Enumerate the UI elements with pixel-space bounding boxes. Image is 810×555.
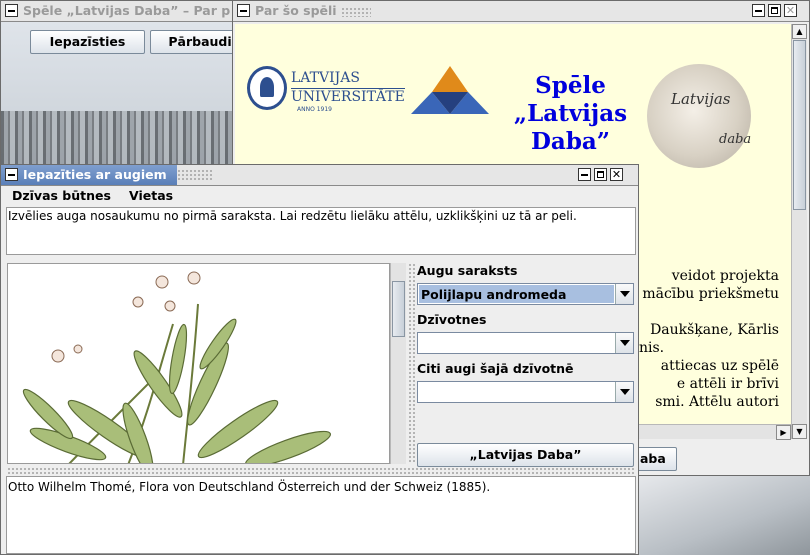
window-menu-icon[interactable] xyxy=(237,4,250,17)
plants-window-titlebar[interactable]: Iepazīties ar augiem ✕ xyxy=(1,165,638,186)
menu-bar: Dzīvas būtnes Vietas xyxy=(1,186,638,206)
badge-text-daba: daba xyxy=(719,132,752,147)
plant-list-selected: Polijlapu andromeda xyxy=(419,285,614,303)
scroll-right-arrow-icon[interactable]: ▶ xyxy=(776,425,791,440)
minimize-button[interactable] xyxy=(752,4,765,17)
scroll-down-arrow-icon[interactable]: ▼ xyxy=(792,424,807,439)
forest-treeline xyxy=(1,111,237,171)
university-seal-icon xyxy=(247,66,287,110)
university-anno: ANNO 1919 xyxy=(297,106,332,113)
game-title-line3: Daba” xyxy=(530,128,611,155)
image-vertical-scrollbar[interactable] xyxy=(390,263,406,464)
latvijas-daba-button[interactable]: „Latvijas Daba” xyxy=(417,443,634,467)
main-window-title: Spēle „Latvijas Daba” – Par p xyxy=(23,3,231,18)
minimize-button[interactable] xyxy=(578,168,591,181)
titlebar-grip xyxy=(177,169,213,181)
habitat-dropdown[interactable] xyxy=(417,332,634,354)
other-plants-label: Citi augi šajā dzīvotnē xyxy=(417,361,574,376)
caption-text: Otto Wilhelm Thomé, Flora von Deutschlan… xyxy=(8,480,491,494)
plant-list-label: Augu saraksts xyxy=(417,263,518,278)
about-close-button[interactable]: aba xyxy=(635,447,677,471)
plant-list-value: Polijlapu andromeda xyxy=(421,287,567,302)
scroll-up-arrow-icon[interactable]: ▲ xyxy=(792,24,807,39)
game-title: Spēle „Latvijas Daba” xyxy=(498,72,643,156)
dropdown-arrow-icon[interactable] xyxy=(615,382,633,402)
menu-places[interactable]: Vietas xyxy=(129,188,173,203)
dropdown-arrow-icon[interactable] xyxy=(615,333,633,353)
check-button[interactable]: Pārbaudi xyxy=(150,30,237,54)
about-window-titlebar[interactable]: Par šo spēli ✕ xyxy=(233,1,809,22)
maximize-button[interactable] xyxy=(594,168,607,181)
main-window-titlebar[interactable]: Spēle „Latvijas Daba” – Par p xyxy=(1,1,237,22)
about-text-line6: e attēli ir brīvi xyxy=(676,376,779,392)
about-text-line2: mācību priekšmetu xyxy=(642,286,779,302)
maximize-button[interactable] xyxy=(768,4,781,17)
about-text-line4: nis. xyxy=(639,340,665,356)
plants-window: Iepazīties ar augiem ✕ Dzīvas būtnes Vie… xyxy=(0,164,639,555)
scrollbar-thumb[interactable] xyxy=(793,40,806,210)
university-name-line2: UNIVERSITĀTE xyxy=(291,88,405,105)
other-plants-dropdown[interactable] xyxy=(417,381,634,403)
seal-tree-icon xyxy=(260,77,274,97)
badge-text-latvijas: Latvijas xyxy=(671,90,731,108)
game-title-line2: „Latvijas xyxy=(513,100,628,127)
game-title-line1: Spēle xyxy=(535,72,606,99)
window-menu-icon[interactable] xyxy=(5,4,18,17)
window-menu-icon[interactable] xyxy=(5,168,18,181)
scrollbar-thumb[interactable] xyxy=(392,281,405,337)
plant-list-dropdown[interactable]: Polijlapu andromeda xyxy=(417,283,634,305)
plants-window-title: Iepazīties ar augiem xyxy=(23,167,167,182)
about-text-line7: smi. Attēlu autori xyxy=(655,394,779,410)
snowy-wallpaper-bottom xyxy=(630,474,810,555)
vertical-splitter[interactable] xyxy=(408,263,416,464)
instruction-text: Izvēlies auga nosaukumu no pirmā sarakst… xyxy=(8,209,577,223)
about-text: veidot projekta mācību priekšmetu Daukšķ… xyxy=(639,267,779,411)
menu-living-things[interactable]: Dzīvas būtnes xyxy=(12,188,111,203)
about-text-line5: attiecas uz spēlē xyxy=(660,358,779,374)
about-vertical-scrollbar[interactable]: ▲ ▼ xyxy=(791,24,807,439)
close-button[interactable]: ✕ xyxy=(784,4,797,17)
titlebar-grip xyxy=(341,7,371,17)
horizontal-splitter[interactable] xyxy=(7,467,636,475)
learn-button[interactable]: Iepazīsties xyxy=(30,30,145,54)
project-pyramid-logo xyxy=(411,66,489,114)
dandelion-badge: Latvijas daba xyxy=(647,64,751,168)
habitat-label: Dzīvotnes xyxy=(417,312,487,327)
about-window-title: Par šo spēli xyxy=(255,3,337,18)
plant-illustration[interactable] xyxy=(8,264,390,464)
instruction-text-area: Izvēlies auga nosaukumu no pirmā sarakst… xyxy=(6,207,636,255)
close-button[interactable]: ✕ xyxy=(610,168,623,181)
university-name-line1: LATVIJAS xyxy=(291,70,360,86)
dropdown-arrow-icon[interactable] xyxy=(615,284,633,304)
caption-text-area: Otto Wilhelm Thomé, Flora von Deutschlan… xyxy=(6,476,636,554)
about-text-line3: Daukšķane, Kārlis xyxy=(650,322,779,338)
about-text-line1: veidot projekta xyxy=(671,268,779,284)
plant-image-panel[interactable] xyxy=(7,263,390,464)
